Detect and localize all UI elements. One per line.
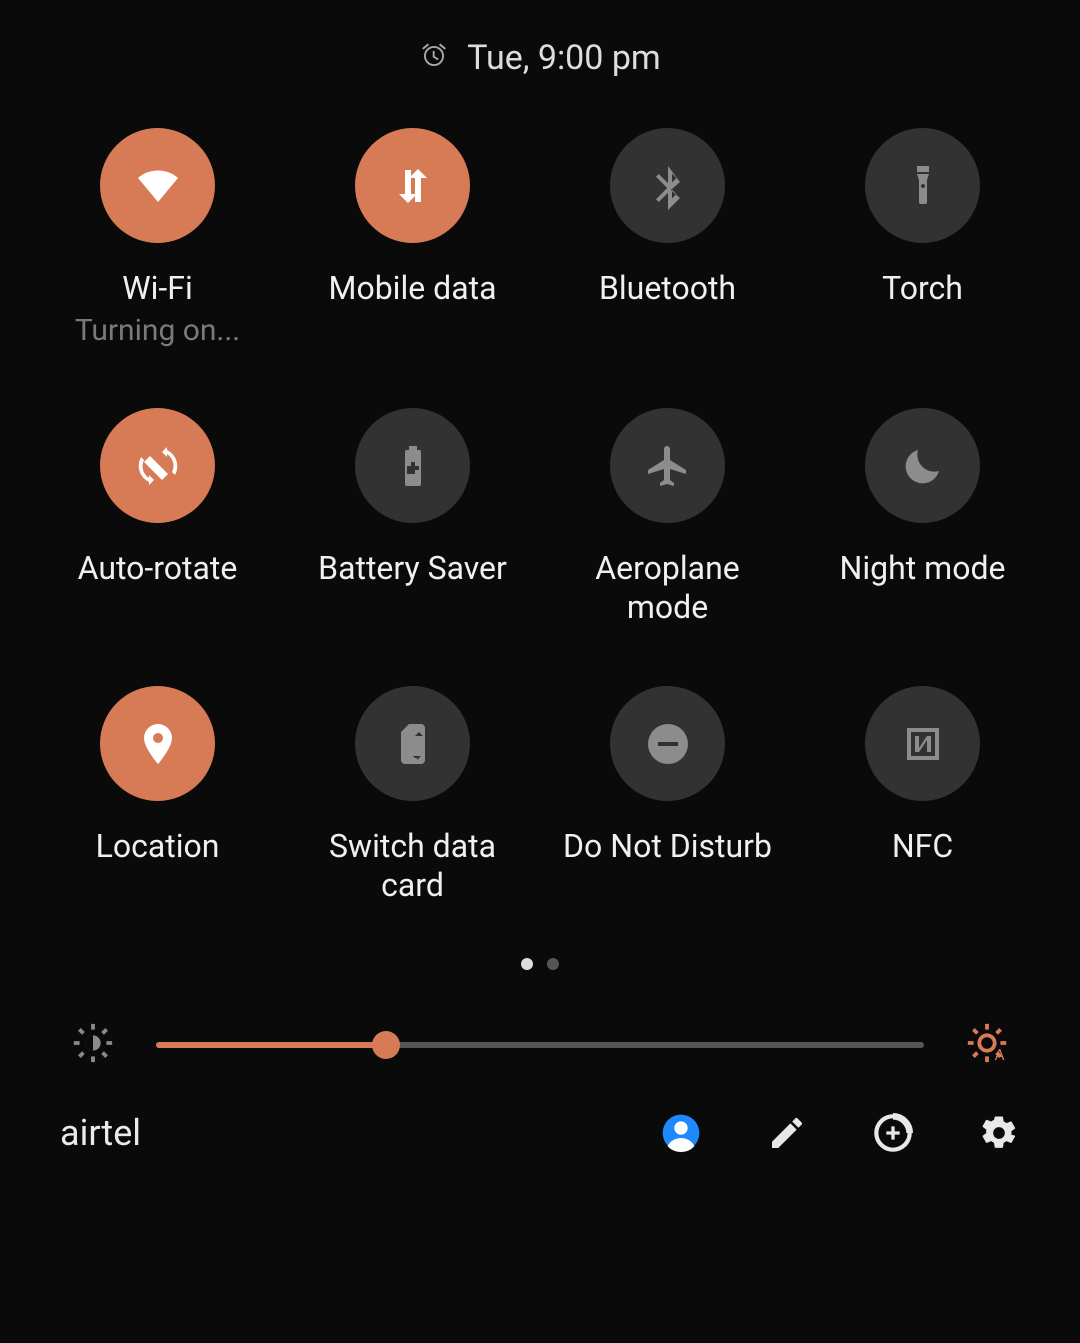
tile-mobile-data[interactable]: Mobile data [295, 128, 530, 348]
tile-label: Torch [882, 269, 963, 307]
tile-label: Auto-rotate [78, 549, 238, 587]
battery-icon [355, 408, 470, 523]
alarm-icon [419, 41, 449, 75]
tile-sublabel: Turning on... [75, 313, 240, 348]
svg-text:A: A [995, 1046, 1005, 1064]
slider-thumb[interactable] [372, 1031, 400, 1059]
data-icon [355, 128, 470, 243]
brightness-row: A [30, 970, 1050, 1106]
tile-label: Location [96, 827, 220, 865]
pager-dot[interactable] [547, 958, 559, 970]
tile-location[interactable]: Location [40, 686, 275, 904]
brightness-slider[interactable] [156, 1033, 924, 1057]
tile-label: Night mode [840, 549, 1006, 587]
tile-auto-rotate[interactable]: Auto-rotate [40, 408, 275, 626]
tile-night-mode[interactable]: Night mode [805, 408, 1040, 626]
quick-settings-grid: Wi-Fi Turning on... Mobile data Bluetoot… [30, 118, 1050, 904]
sim-icon [355, 686, 470, 801]
pager [30, 958, 1050, 970]
pager-dot[interactable] [521, 958, 533, 970]
tile-label: Mobile data [329, 269, 497, 307]
tile-switch-data-card[interactable]: Switch data card [295, 686, 530, 904]
tile-label: Aeroplane mode [553, 549, 783, 626]
wifi-icon [100, 128, 215, 243]
auto-brightness-icon[interactable]: A [964, 1020, 1010, 1070]
brightness-icon [70, 1020, 116, 1070]
tile-label: Bluetooth [599, 269, 736, 307]
tile-label: NFC [892, 827, 953, 865]
dnd-icon [610, 686, 725, 801]
quick-settings-panel: Tue, 9:00 pm Wi-Fi Turning on... Mobile … [0, 0, 1080, 1343]
footer-icons [660, 1112, 1020, 1154]
tile-label: Wi-Fi [122, 269, 192, 307]
tile-battery-saver[interactable]: Battery Saver [295, 408, 530, 626]
tile-nfc[interactable]: NFC [805, 686, 1040, 904]
footer: airtel [30, 1106, 1050, 1184]
status-time: Tue, 9:00 pm [467, 38, 661, 78]
tile-torch[interactable]: Torch [805, 128, 1040, 348]
airplane-icon [610, 408, 725, 523]
tile-label: Switch data card [298, 827, 528, 904]
status-header: Tue, 9:00 pm [30, 30, 1050, 118]
tile-label: Do Not Disturb [563, 827, 772, 865]
carrier-label: airtel [60, 1112, 660, 1154]
tile-wifi[interactable]: Wi-Fi Turning on... [40, 128, 275, 348]
data-saver-icon[interactable] [872, 1112, 914, 1154]
tile-label: Battery Saver [318, 549, 507, 587]
slider-fill [156, 1042, 386, 1048]
tile-bluetooth[interactable]: Bluetooth [550, 128, 785, 348]
settings-icon[interactable] [978, 1112, 1020, 1154]
nfc-icon [865, 686, 980, 801]
bluetooth-icon [610, 128, 725, 243]
tile-aeroplane-mode[interactable]: Aeroplane mode [550, 408, 785, 626]
location-icon [100, 686, 215, 801]
moon-icon [865, 408, 980, 523]
torch-icon [865, 128, 980, 243]
tile-do-not-disturb[interactable]: Do Not Disturb [550, 686, 785, 904]
user-icon[interactable] [660, 1112, 702, 1154]
rotate-icon [100, 408, 215, 523]
edit-icon[interactable] [766, 1112, 808, 1154]
